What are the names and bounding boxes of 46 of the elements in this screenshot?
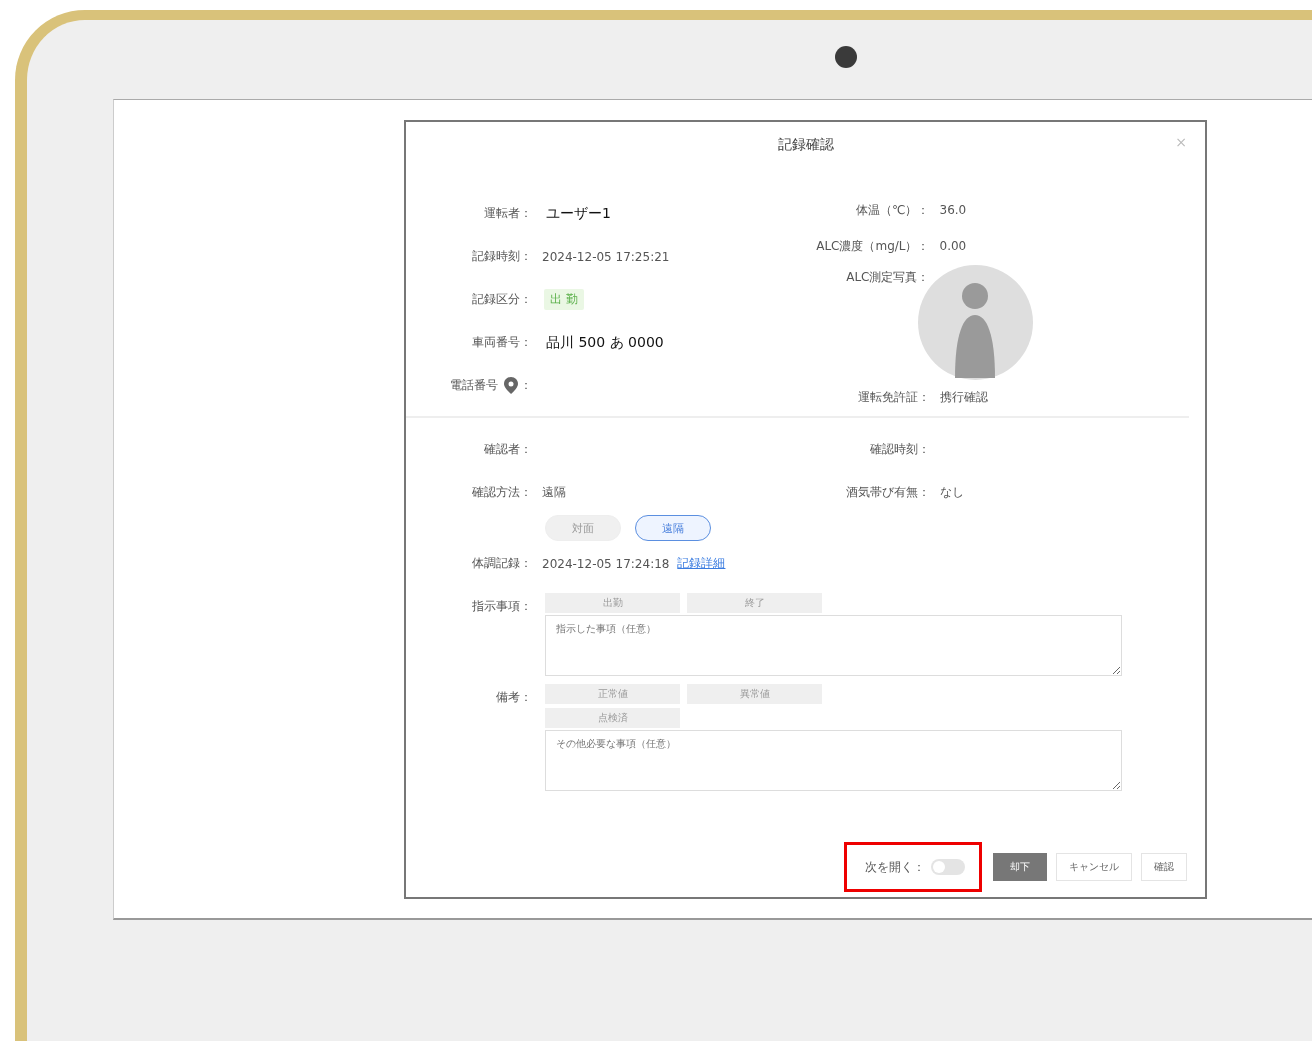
field-value: 2024-12-05 17:24:18	[542, 556, 670, 571]
toggle-label: 次を開く：	[865, 858, 925, 876]
field-label: 電話番号	[450, 377, 498, 394]
camera-dot	[835, 46, 857, 68]
field-label: 車両番号：	[471, 334, 532, 351]
field-value: ユーザー1	[546, 204, 611, 223]
field-label: 確認方法：	[471, 484, 532, 501]
text-area[interactable]: その他必要な事項（任意）	[545, 730, 1122, 791]
text-area[interactable]: 指示した事項（任意）	[545, 615, 1122, 676]
field-value: なし	[939, 484, 964, 501]
field-value: 携行確認	[939, 389, 988, 407]
field-label: 運転免許証：	[856, 389, 930, 407]
close-button[interactable]: ×	[1175, 134, 1187, 150]
action-button[interactable]: 確認	[1141, 853, 1187, 881]
field-value: 遠隔	[542, 484, 566, 501]
preset-chip[interactable]: 正常値	[545, 684, 680, 704]
action-button[interactable]: 却下	[993, 853, 1047, 881]
field-label: 体調記録：	[471, 555, 532, 572]
preset-chip[interactable]: 終了	[687, 593, 822, 613]
preset-chip[interactable]: 点検済	[545, 708, 680, 728]
field-label: ALC濃度（mg/L）：	[815, 238, 930, 255]
field-label: 確認時刻：	[868, 441, 930, 458]
field-label: ALC測定写真：	[845, 268, 930, 286]
field-label: 体温（℃）：	[855, 201, 930, 219]
pin-icon	[504, 377, 518, 394]
field-label: 備考：	[495, 689, 532, 706]
method-option[interactable]: 対面	[545, 515, 621, 541]
method-option[interactable]: 遠隔	[635, 515, 711, 541]
field-label: 運転者：	[483, 205, 532, 222]
field-label: 指示事項：	[471, 598, 532, 615]
field-value: 2024-12-05 17:25:21	[542, 249, 670, 264]
preset-chip[interactable]: 異常値	[687, 684, 822, 704]
detail-link[interactable]: 記録詳細	[677, 555, 726, 572]
field-colon: ：	[520, 377, 532, 394]
action-button[interactable]: キャンセル	[1056, 853, 1132, 881]
field-value: 0.00	[939, 239, 967, 254]
field-label: 記録区分：	[471, 291, 532, 308]
status-tag: 出 勤	[544, 289, 584, 310]
field-label: 確認者：	[483, 441, 532, 458]
toggle-switch[interactable]	[931, 859, 965, 875]
field-value: 36.0	[939, 203, 967, 218]
preset-chip[interactable]: 出勤	[545, 593, 680, 613]
field-label: 酒気帯び有無：	[844, 484, 930, 501]
dialog-title: 記録確認	[777, 136, 834, 154]
field-label: 記録時刻：	[471, 248, 532, 265]
field-value: 品川 500 あ 0000	[546, 333, 664, 352]
